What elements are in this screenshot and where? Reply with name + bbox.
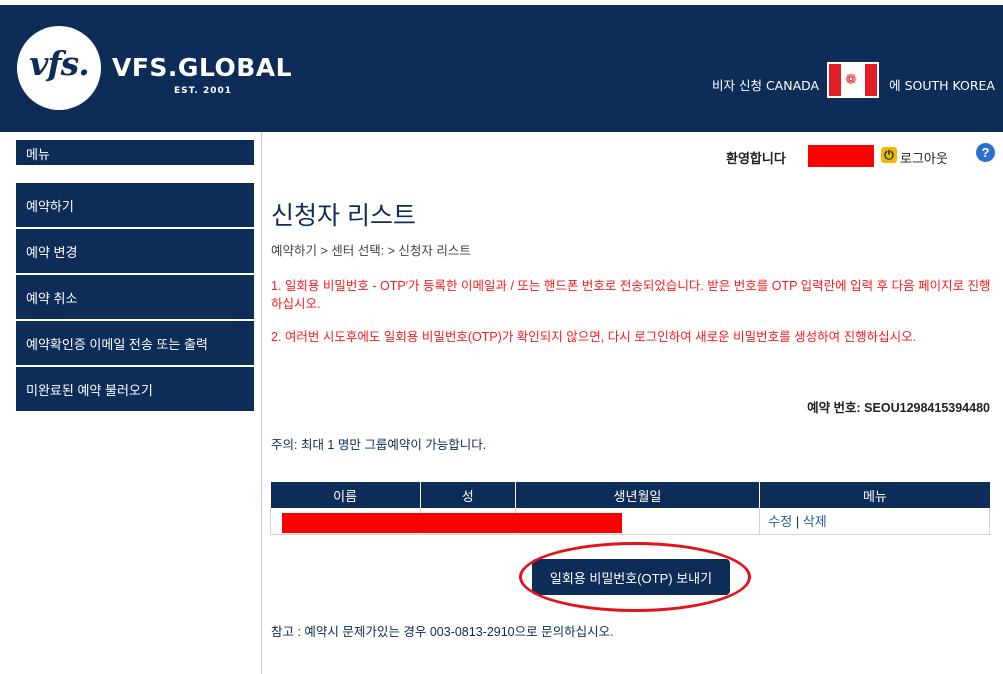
- power-icon[interactable]: ⏻: [881, 147, 897, 163]
- vfs-logo[interactable]: vfs.: [17, 26, 101, 110]
- redacted-applicant-info: [282, 513, 622, 533]
- location-label: 에 SOUTH KOREA: [889, 77, 995, 93]
- redacted-username: [808, 145, 874, 167]
- welcome-text: 환영합니다: [726, 151, 786, 166]
- sidebar: 메뉴 예약하기 예약 변경 예약 취소 예약확인증 이메일 전송 또는 출력 미…: [0, 132, 262, 674]
- brand-name: VFS.GLOBAL: [112, 53, 293, 82]
- breadcrumb: 예약하기 > 센터 선택: > 신청자 리스트: [271, 244, 471, 258]
- site-header: vfs. VFS.GLOBAL EST. 2001 비자 신청 CANADA ❁…: [0, 0, 1003, 132]
- cell-actions: 수정 | 삭제: [759, 508, 990, 535]
- otp-notice-1: 1. 일회용 비밀번호 - OTP'가 등록한 이메일과 / 또는 핸드폰 번호…: [271, 279, 991, 311]
- table-header-row: 이름 성 생년월일 메뉴: [270, 482, 990, 508]
- sidebar-item-reschedule[interactable]: 예약 변경: [16, 229, 254, 273]
- sidebar-item-confirmation[interactable]: 예약확인증 이메일 전송 또는 출력: [16, 321, 254, 365]
- visa-country-label: 비자 신청 CANADA: [712, 77, 820, 93]
- action-separator: |: [792, 514, 803, 530]
- sidebar-item-resume[interactable]: 미완료된 예약 불러오기: [16, 367, 254, 411]
- column-header-last-name: 성: [420, 482, 516, 508]
- column-header-first-name: 이름: [270, 482, 421, 508]
- sidebar-item-book[interactable]: 예약하기: [16, 183, 254, 227]
- send-otp-button[interactable]: 일회용 비밀번호(OTP) 보내기: [532, 559, 730, 595]
- user-bar: 환영합니다 ⏻ 로그아웃 ?: [262, 132, 1003, 175]
- visa-destination: 비자 신청 CANADA ❁ 에 SOUTH KOREA: [712, 62, 995, 102]
- sidebar-menu: 예약하기 예약 변경 예약 취소 예약확인증 이메일 전송 또는 출력 미완료된…: [16, 183, 254, 413]
- canada-flag-icon: ❁: [827, 62, 880, 98]
- logo-text: vfs.: [29, 44, 89, 83]
- logout-link[interactable]: 로그아웃: [900, 148, 948, 167]
- sidebar-item-cancel[interactable]: 예약 취소: [16, 275, 254, 319]
- group-booking-note: 주의: 최대 1 명만 그룹예약이 가능합니다.: [271, 438, 487, 452]
- header-top-strip: [0, 0, 1003, 5]
- help-icon[interactable]: ?: [976, 143, 995, 162]
- column-header-birthdate: 생년월일: [515, 482, 761, 508]
- delete-link[interactable]: 삭제: [803, 514, 827, 529]
- column-header-menu: 메뉴: [759, 482, 990, 508]
- booking-number: 예약 번호: SEOU1298415394480: [807, 401, 990, 415]
- edit-link[interactable]: 수정: [768, 514, 792, 529]
- otp-notice-2: 2. 여러번 시도후에도 일회용 비밀번호(OTP)가 확인되지 않으면, 다시…: [271, 330, 917, 344]
- page-title: 신청자 리스트: [271, 202, 416, 230]
- sidebar-title: 메뉴: [16, 140, 254, 165]
- contact-footnote: 참고 : 예약시 문제가있는 경우 003-0813-2910으로 문의하십시오…: [271, 625, 614, 639]
- brand-established: EST. 2001: [174, 86, 233, 96]
